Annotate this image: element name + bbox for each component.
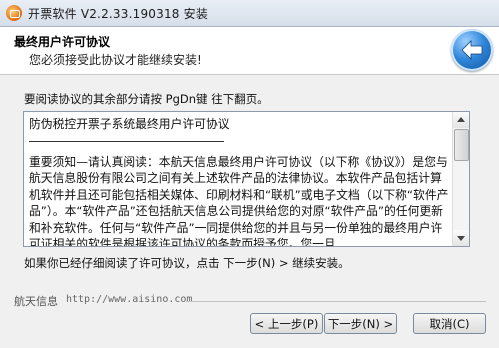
- cancel-button[interactable]: 取消(C): [413, 313, 486, 334]
- brand-url: http://www.aisino.com: [66, 294, 193, 305]
- header-banner: 最终用户许可协议 您必须接受此协议才能继续安装!: [0, 27, 499, 75]
- footer-divider: [186, 301, 486, 302]
- license-paragraph: 重要须知—请认真阅读：本航天信息最终用户许可协议（以下称《协议》）是您与航天信息…: [29, 154, 449, 247]
- page-title: 最终用户许可协议: [14, 35, 111, 49]
- license-heading: 防伪税控开票子系统最终用户许可协议: [29, 117, 230, 131]
- scroll-down-button[interactable]: [453, 230, 469, 246]
- instruction-text: 要阅读协议的其余部分请按 PgDn键 往下翻页。: [24, 92, 269, 106]
- page-subtitle: 您必须接受此协议才能继续安装!: [29, 53, 202, 67]
- back-arrow-icon: [451, 29, 493, 71]
- license-scrollbar[interactable]: [452, 112, 469, 246]
- app-icon: [6, 5, 22, 21]
- window-title: 开票软件 V2.2.33.190318 安装: [28, 6, 209, 21]
- brand-label: 航天信息: [14, 295, 58, 308]
- license-content: 防伪税控开票子系统最终用户许可协议 重要须知—请认真阅读：本航天信息最终用户许可…: [29, 116, 451, 247]
- license-divider: [29, 140, 224, 142]
- scroll-up-button[interactable]: [453, 112, 469, 128]
- back-button[interactable]: < 上一步(P): [250, 313, 323, 334]
- next-button[interactable]: 下一步(N) >: [324, 313, 397, 334]
- scroll-thumb[interactable]: [454, 129, 469, 161]
- license-textbox[interactable]: 防伪税控开票子系统最终用户许可协议 重要须知—请认真阅读：本航天信息最终用户许可…: [23, 111, 470, 247]
- title-bar: 开票软件 V2.2.33.190318 安装: [0, 0, 499, 27]
- accept-note: 如果你已经仔细阅读了许可协议，点击 下一步(N) > 继续安装。: [24, 256, 350, 270]
